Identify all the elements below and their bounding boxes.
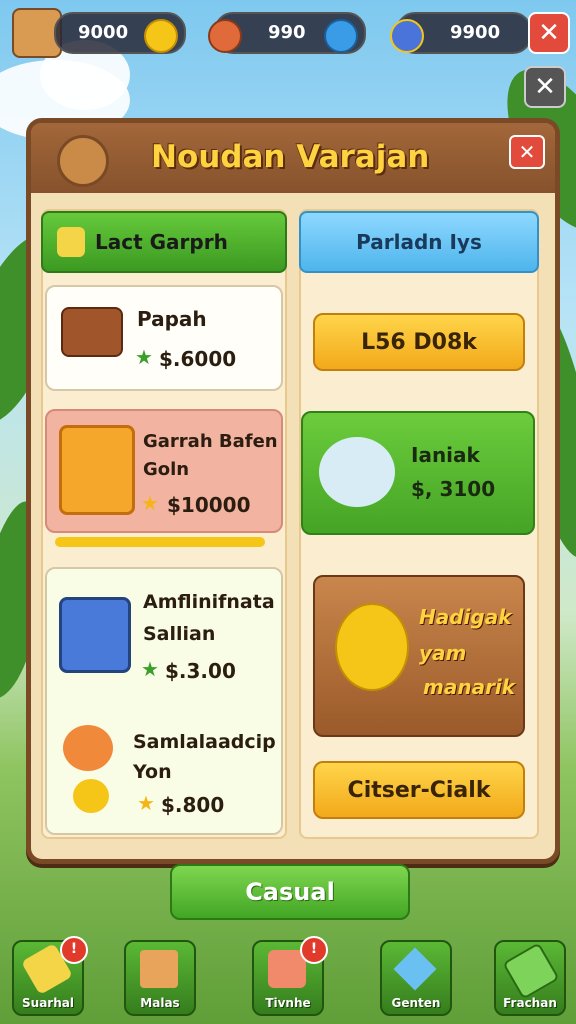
item-name: Papah: [137, 307, 207, 331]
item-name-line2: Yon: [133, 761, 172, 783]
gem-counter: 990: [208, 12, 366, 54]
notification-badge: !: [60, 936, 88, 964]
cat-pet-icon: [319, 437, 395, 507]
shop-item-card[interactable]: Ianiak $, 3100: [301, 411, 535, 535]
shop-item-card[interactable]: Garrah Bafen Goln ★ $10000: [45, 409, 283, 533]
tab-right-label: Parladn Iys: [356, 230, 482, 254]
panel-close-button[interactable]: ✕: [509, 135, 545, 169]
nav-item-frachan[interactable]: Frachan: [494, 940, 566, 1016]
featured-line2: yam: [419, 641, 467, 665]
shop-panel: Noudan Varajan ✕ Lact Garprh Parladn Iys…: [26, 118, 560, 864]
shop-item-card[interactable]: Amflinifnata Sallian ★ $.3.00 Samlalaadc…: [45, 567, 283, 835]
nav-label: Tivnhe: [265, 996, 311, 1010]
blue-gem-icon: [324, 19, 358, 53]
nav-label: Frachan: [503, 996, 557, 1010]
tab-right[interactable]: Parladn Iys: [299, 211, 539, 273]
casual-button[interactable]: Casual: [170, 864, 410, 920]
star-icon: ★: [141, 657, 159, 681]
item-name-line2: Goln: [143, 459, 190, 480]
carrot-icon: [63, 725, 113, 771]
close-icon: ✕: [538, 18, 560, 48]
item-price: $.3.00: [165, 659, 236, 683]
nav-item-genten[interactable]: Genten: [380, 940, 452, 1016]
coin-value: 9000: [78, 22, 129, 43]
item-name-line1: Garrah Bafen: [143, 431, 278, 452]
coin-icon: [144, 19, 178, 53]
item-name-line1: Amflinifnata: [143, 591, 275, 613]
item-name-line2: Sallian: [143, 623, 216, 645]
tab-left[interactable]: Lact Garprh: [41, 211, 287, 273]
nav-item-suarhal[interactable]: ! Suarhal: [12, 936, 88, 1016]
item-price: $.6000: [159, 347, 237, 371]
item-price: $, 3100: [411, 477, 496, 501]
mascot-icon: [57, 135, 109, 187]
panel-title: Noudan Varajan: [151, 139, 430, 175]
energy-counter: 9900: [390, 12, 532, 54]
featured-buy-button[interactable]: Citser-Cialk: [313, 761, 525, 819]
nav-item-tivnhe[interactable]: ! Tivnhe: [252, 936, 328, 1016]
star-icon: ★: [141, 491, 159, 515]
energy-value: 9900: [450, 22, 501, 43]
panel-header: Noudan Varajan ✕: [31, 123, 555, 193]
item-name-line1: Samlalaadcip: [133, 731, 276, 753]
house-icon: [140, 950, 178, 988]
featured-line1: Hadigak: [419, 605, 512, 629]
star-icon: ★: [135, 345, 153, 369]
item-price: $10000: [167, 493, 251, 517]
gem-value: 990: [268, 22, 306, 43]
tablet-icon: [59, 597, 131, 673]
tab-icon: [57, 227, 85, 257]
featured-offer-card[interactable]: Hadigak yam manarik: [313, 575, 525, 737]
energy-icon: [390, 19, 424, 53]
chest-icon: [61, 307, 123, 357]
nav-label: Genten: [391, 996, 441, 1010]
nav-label: Malas: [140, 996, 180, 1010]
pineapple-pet-icon: [59, 425, 135, 515]
featured-line3: manarik: [423, 675, 516, 699]
leaf-gem-icon: [208, 19, 242, 53]
secondary-close-button[interactable]: ✕: [524, 66, 566, 108]
tab-left-label: Lact Garprh: [95, 230, 228, 254]
pineapple-mascot-icon: [335, 603, 409, 691]
coin-counter: 9000: [54, 12, 186, 54]
gem-icon: [393, 947, 437, 991]
notification-badge: !: [300, 936, 328, 964]
progress-bar: [55, 537, 265, 547]
pineapple-chick-icon: [73, 779, 109, 813]
buy-button[interactable]: L56 D08k: [313, 313, 525, 371]
nav-item-malas[interactable]: Malas: [124, 940, 196, 1016]
top-close-button[interactable]: ✕: [528, 12, 570, 54]
close-icon: ✕: [534, 72, 556, 102]
item-name: Ianiak: [411, 443, 480, 467]
nav-label: Suarhal: [22, 996, 74, 1010]
shop-item-card[interactable]: Papah ★ $.6000: [45, 285, 283, 391]
item-price: $.800: [161, 793, 225, 817]
star-icon: ★: [137, 791, 155, 815]
ticket-icon: [502, 942, 560, 1000]
